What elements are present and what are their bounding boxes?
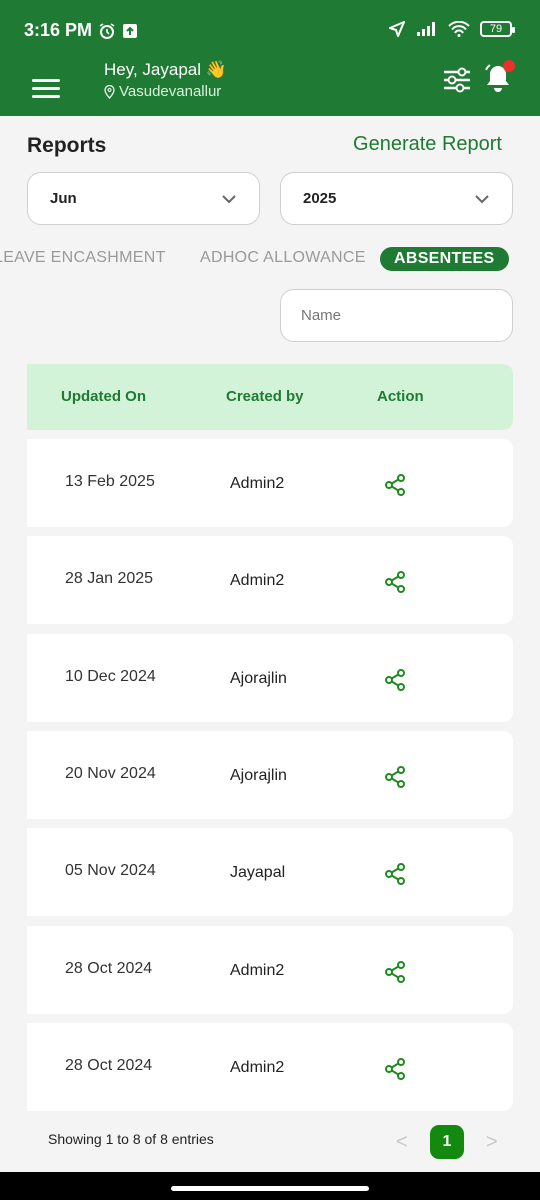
- column-created-by: Created by: [226, 388, 304, 405]
- tab-absentees[interactable]: ABSENTEES: [380, 247, 509, 271]
- notification-badge: [503, 60, 515, 72]
- table-row: 05 Nov 2024 Jayapal: [27, 828, 513, 917]
- wifi-icon: [448, 21, 470, 37]
- prev-page-button[interactable]: <: [396, 1131, 408, 1154]
- pin-icon: [104, 84, 115, 99]
- month-select[interactable]: Jun: [27, 172, 260, 225]
- next-page-button[interactable]: >: [486, 1131, 498, 1154]
- signal-icon: [417, 22, 435, 36]
- page-1-button[interactable]: 1: [430, 1125, 464, 1159]
- table-row: 20 Nov 2024 Ajorajlin: [27, 730, 513, 819]
- status-time: 3:16 PM: [24, 20, 138, 41]
- updated-on-cell: 28 Jan 2025: [65, 570, 154, 588]
- year-select[interactable]: 2025: [280, 172, 513, 225]
- table-row: 28 Oct 2024 Admin2: [27, 925, 513, 1014]
- pagination-summary: Showing 1 to 8 of 8 entries: [48, 1131, 214, 1147]
- created-by-cell: Jayapal: [230, 864, 286, 882]
- share-icon[interactable]: [383, 668, 407, 692]
- table-row: 28 Jan 2025 Admin2: [27, 536, 513, 625]
- updated-on-cell: 13 Feb 2025: [65, 473, 155, 490]
- share-icon[interactable]: [383, 570, 407, 594]
- tab-adhoc-allowance[interactable]: ADHOC ALLOWANCE: [200, 249, 366, 267]
- created-by-cell: Admin2: [230, 1058, 285, 1076]
- report-tabs: LEAVE ENCASHMENT ADHOC ALLOWANCE ABSENTE…: [0, 245, 540, 275]
- share-icon[interactable]: [383, 765, 407, 789]
- name-search-input[interactable]: [280, 289, 513, 342]
- tab-leave-encashment[interactable]: LEAVE ENCASHMENT: [0, 249, 166, 267]
- generate-report-button[interactable]: Generate Report: [353, 133, 502, 156]
- column-updated-on: Updated On: [61, 388, 146, 405]
- greeting: Hey, Jayapal 👋: [104, 60, 227, 79]
- created-by-cell: Ajorajlin: [230, 766, 287, 784]
- chevron-down-icon: [222, 194, 236, 203]
- updated-on-cell: 28 Oct 2024: [65, 1056, 153, 1074]
- updated-on-cell: 05 Nov 2024: [65, 862, 156, 880]
- column-action: Action: [377, 388, 424, 405]
- created-by-cell: Admin2: [230, 475, 285, 492]
- page-title: Reports: [27, 134, 107, 157]
- filter-icon[interactable]: [442, 66, 472, 94]
- alarm-icon: [99, 22, 115, 39]
- updated-on-cell: 10 Dec 2024: [65, 667, 156, 685]
- share-icon[interactable]: [383, 473, 407, 497]
- table-header: Updated On Created by Action: [27, 364, 513, 430]
- share-icon[interactable]: [383, 862, 407, 886]
- updated-on-cell: 28 Oct 2024: [65, 959, 153, 977]
- share-icon[interactable]: [383, 960, 407, 984]
- table-row: 10 Dec 2024 Ajorajlin: [27, 633, 513, 722]
- menu-icon[interactable]: [32, 79, 60, 99]
- created-by-cell: Admin2: [230, 961, 285, 979]
- chevron-down-icon: [475, 194, 489, 203]
- location-arrow-icon: [389, 21, 405, 37]
- created-by-cell: Admin2: [230, 572, 285, 590]
- share-icon[interactable]: [383, 1057, 407, 1081]
- table-row: 28 Oct 2024 Admin2: [27, 1022, 513, 1111]
- location: Vasudevanallur: [104, 83, 221, 100]
- upload-icon: [123, 23, 138, 38]
- home-handle[interactable]: [171, 1186, 369, 1191]
- created-by-cell: Ajorajlin: [230, 669, 287, 687]
- updated-on-cell: 20 Nov 2024: [65, 764, 156, 782]
- status-icons: 79: [388, 20, 515, 38]
- app-header: 3:16 PM 79 Hey, Jayapal 👋 Vasudevanallur: [0, 0, 540, 116]
- battery-icon: 79: [480, 21, 515, 37]
- table-row: 13 Feb 2025 Admin2: [27, 439, 513, 527]
